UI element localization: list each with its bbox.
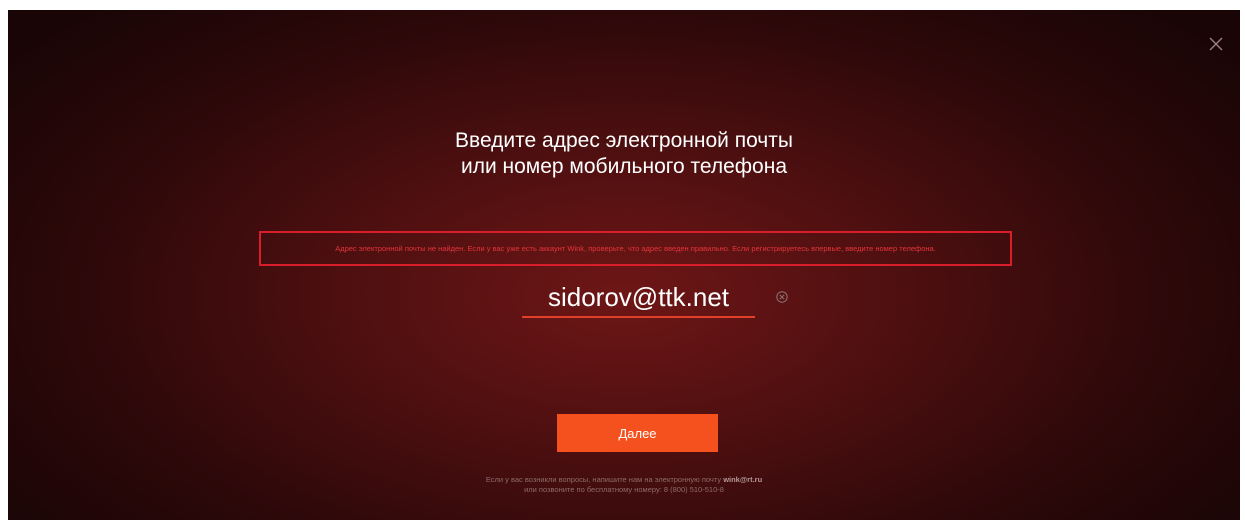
support-footer: Если у вас возникли вопросы, напишите на…	[8, 475, 1240, 495]
footer-line-2: или позвоните по бесплатному номеру: 8 (…	[524, 485, 724, 494]
support-email-link[interactable]: wink@rt.ru	[723, 475, 762, 484]
page-title: Введите адрес электронной почты или номе…	[8, 128, 1240, 180]
error-message-box: Адрес электронной почты не найден. Если …	[259, 231, 1012, 266]
footer-line-1: Если у вас возникли вопросы, напишите на…	[8, 475, 1240, 485]
login-input[interactable]	[522, 278, 755, 318]
title-line-1: Введите адрес электронной почты	[455, 129, 793, 152]
error-message: Адрес электронной почты не найден. Если …	[335, 244, 936, 253]
next-button[interactable]: Далее	[557, 414, 718, 452]
footer-contact-text: Если у вас возникли вопросы, напишите на…	[485, 475, 724, 484]
close-icon	[1209, 37, 1223, 51]
login-input-wrapper	[522, 278, 755, 320]
clear-input-icon	[776, 291, 788, 303]
clear-input-button[interactable]	[775, 290, 789, 304]
close-button[interactable]	[1206, 34, 1226, 54]
login-screen: Введите адрес электронной почты или номе…	[8, 10, 1240, 520]
title-line-2: или номер мобильного телефона	[460, 155, 788, 178]
